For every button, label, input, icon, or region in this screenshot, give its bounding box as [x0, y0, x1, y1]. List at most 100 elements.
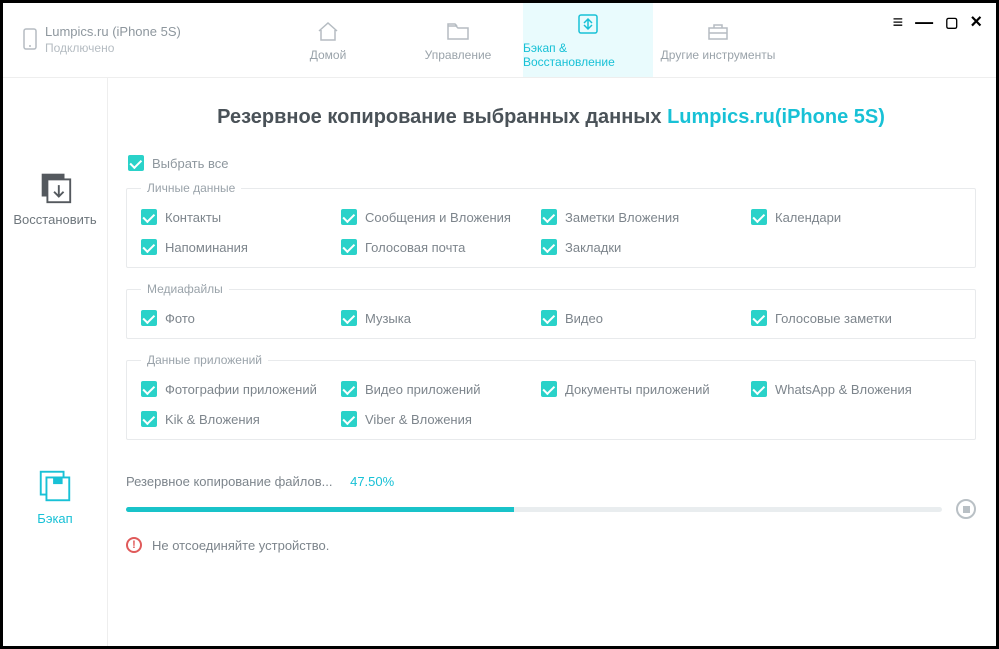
checkbox[interactable]	[141, 411, 157, 427]
nav-home-label: Домой	[310, 48, 347, 62]
nav-manage-label: Управление	[425, 48, 492, 62]
opt-voice-memos[interactable]: Голосовые заметки	[751, 310, 961, 326]
opt-label: Голосовые заметки	[775, 311, 892, 326]
opt-whatsapp[interactable]: WhatsApp & Вложения	[751, 381, 961, 397]
content: Резервное копирование выбранных данных L…	[108, 78, 996, 646]
device-status: Подключено	[45, 41, 181, 56]
nav-backup-restore-label: Бэкап & Восстановление	[523, 41, 653, 69]
opt-label: Фото	[165, 311, 195, 326]
checkbox[interactable]	[341, 239, 357, 255]
checkbox[interactable]	[541, 381, 557, 397]
title-bar: Lumpics.ru (iPhone 5S) Подключено Домой …	[3, 3, 996, 78]
sidebar-restore[interactable]: Восстановить	[13, 168, 96, 227]
checkbox[interactable]	[341, 310, 357, 326]
select-all-label: Выбрать все	[152, 156, 228, 171]
checkbox[interactable]	[341, 411, 357, 427]
progress-percent: 47.50%	[350, 474, 394, 489]
stop-button[interactable]	[956, 499, 976, 519]
body: Восстановить Бэкап Резервное копирование…	[3, 78, 996, 646]
page-title: Резервное копирование выбранных данных L…	[126, 106, 976, 129]
opt-app-docs[interactable]: Документы приложений	[541, 381, 751, 397]
sidebar-backup-label: Бэкап	[37, 511, 72, 526]
heading-prefix: Резервное копирование выбранных данных	[217, 106, 667, 128]
checkbox[interactable]	[541, 310, 557, 326]
nav-manage[interactable]: Управление	[393, 3, 523, 77]
opt-label: Kik & Вложения	[165, 412, 260, 427]
sidebar-backup[interactable]: Бэкап	[36, 467, 74, 526]
group-media-legend: Медиафайлы	[141, 282, 229, 296]
select-all-checkbox[interactable]	[128, 155, 144, 171]
home-icon	[315, 18, 341, 44]
checkbox[interactable]	[141, 310, 157, 326]
close-button[interactable]: ×	[970, 11, 982, 34]
opt-contacts[interactable]: Контакты	[141, 209, 341, 225]
checkbox[interactable]	[541, 209, 557, 225]
opt-reminders[interactable]: Напоминания	[141, 239, 341, 255]
progress-area: Резервное копирование файлов... 47.50% !…	[126, 474, 976, 553]
opt-video[interactable]: Видео	[541, 310, 751, 326]
checkbox[interactable]	[751, 209, 767, 225]
checkbox[interactable]	[141, 381, 157, 397]
checkbox[interactable]	[341, 209, 357, 225]
group-personal-legend: Личные данные	[141, 181, 241, 195]
opt-label: Документы приложений	[565, 382, 710, 397]
folder-icon	[445, 18, 471, 44]
nav-tools[interactable]: Другие инструменты	[653, 3, 783, 77]
opt-bookmarks[interactable]: Закладки	[541, 239, 751, 255]
opt-app-photos[interactable]: Фотографии приложений	[141, 381, 341, 397]
top-nav: Домой Управление Бэкап & Восстановление …	[263, 3, 783, 77]
opt-photo[interactable]: Фото	[141, 310, 341, 326]
phone-icon	[23, 28, 37, 53]
menu-icon[interactable]: ≡	[893, 12, 904, 33]
minimize-button[interactable]: —	[915, 12, 933, 33]
heading-device: Lumpics.ru(iPhone 5S)	[667, 106, 885, 128]
progress-bar	[126, 507, 942, 512]
opt-calendars[interactable]: Календари	[751, 209, 961, 225]
toolbox-icon	[705, 18, 731, 44]
restore-icon	[36, 168, 74, 206]
opt-label: Голосовая почта	[365, 240, 465, 255]
device-name: Lumpics.ru (iPhone 5S)	[45, 24, 181, 40]
maximize-button[interactable]: ▢	[945, 14, 958, 31]
opt-messages[interactable]: Сообщения и Вложения	[341, 209, 541, 225]
opt-label: Контакты	[165, 210, 221, 225]
opt-notes[interactable]: Заметки Вложения	[541, 209, 751, 225]
group-personal: Личные данные Контакты Сообщения и Вложе…	[126, 181, 976, 268]
nav-backup-restore[interactable]: Бэкап & Восстановление	[523, 3, 653, 77]
opt-music[interactable]: Музыка	[341, 310, 541, 326]
opt-kik[interactable]: Kik & Вложения	[141, 411, 341, 427]
sidebar: Восстановить Бэкап	[3, 78, 108, 646]
progress-label: Резервное копирование файлов... 47.50%	[126, 474, 976, 489]
checkbox[interactable]	[141, 209, 157, 225]
nav-tools-label: Другие инструменты	[661, 48, 776, 62]
checkbox[interactable]	[341, 381, 357, 397]
select-all-row[interactable]: Выбрать все	[128, 155, 976, 171]
group-apps-legend: Данные приложений	[141, 353, 268, 367]
progress-text: Резервное копирование файлов...	[126, 474, 332, 489]
warning-text: Не отсоединяйте устройство.	[152, 538, 329, 553]
opt-viber[interactable]: Viber & Вложения	[341, 411, 541, 427]
backup-icon	[36, 467, 74, 505]
group-apps: Данные приложений Фотографии приложений …	[126, 353, 976, 440]
window-controls: ≡ — ▢ ×	[893, 11, 982, 34]
opt-label: Музыка	[365, 311, 411, 326]
opt-label: Видео	[565, 311, 603, 326]
opt-label: Календари	[775, 210, 841, 225]
device-info: Lumpics.ru (iPhone 5S) Подключено	[3, 3, 263, 77]
opt-voicemail[interactable]: Голосовая почта	[341, 239, 541, 255]
checkbox[interactable]	[751, 310, 767, 326]
progress-bar-fill	[126, 507, 514, 512]
opt-label: Закладки	[565, 240, 621, 255]
opt-label: Напоминания	[165, 240, 248, 255]
opt-label: WhatsApp & Вложения	[775, 382, 912, 397]
checkbox[interactable]	[751, 381, 767, 397]
nav-home[interactable]: Домой	[263, 3, 393, 77]
opt-app-videos[interactable]: Видео приложений	[341, 381, 541, 397]
warning-icon: !	[126, 537, 142, 553]
warning-row: ! Не отсоединяйте устройство.	[126, 537, 976, 553]
opt-label: Заметки Вложения	[565, 210, 679, 225]
opt-label: Сообщения и Вложения	[365, 210, 511, 225]
app-window: ≡ — ▢ × Lumpics.ru (iPhone 5S) Подключен…	[0, 0, 999, 649]
checkbox[interactable]	[541, 239, 557, 255]
checkbox[interactable]	[141, 239, 157, 255]
